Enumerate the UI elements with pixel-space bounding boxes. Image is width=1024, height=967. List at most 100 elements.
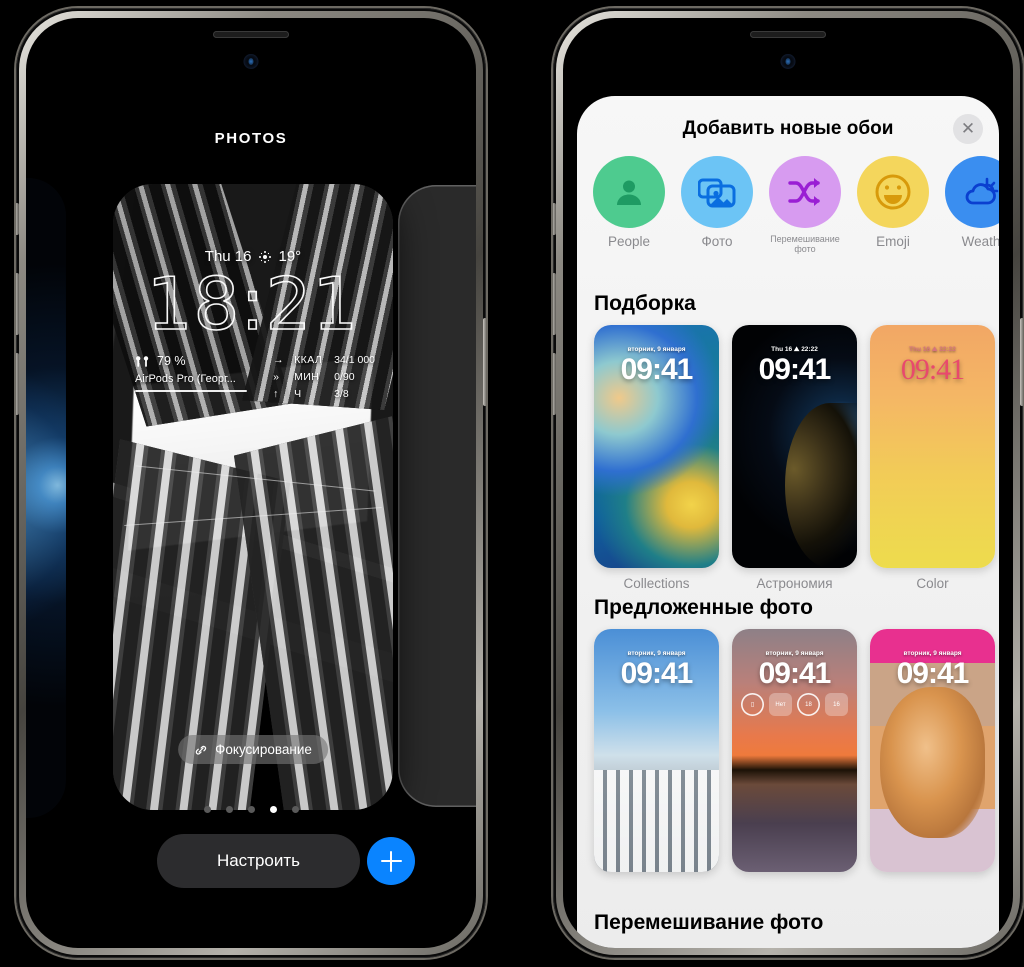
thumb-time: 09:41 xyxy=(758,657,832,690)
fitness-row: ↑ Ч 3/8 xyxy=(273,386,375,403)
section-shuffle-photos: Перемешивание фото xyxy=(577,911,999,944)
wallpaper-item[interactable]: вторник, 9 января 09:41 xyxy=(594,629,719,872)
focus-pill[interactable]: Фокусирование xyxy=(178,735,328,764)
thumb-time: 09:41 xyxy=(896,657,970,690)
wallpaper-preview[interactable]: вторник, 9 января 09:41 xyxy=(870,629,995,872)
fitness-row: » МИН 0/90 xyxy=(273,369,375,386)
carousel-next-card[interactable] xyxy=(398,185,476,807)
fitness-value: 0/90 xyxy=(334,371,355,383)
wallpaper-preview[interactable]: вторник, 9 января 09:41 ▯ Нет 18 16 xyxy=(732,629,857,872)
wallpaper-preview[interactable]: вторник, 9 января 09:41 xyxy=(594,629,719,872)
fitness-row: → ККАЛ 34/1 000 xyxy=(273,352,375,369)
page-dots[interactable] xyxy=(26,806,476,813)
carousel-prev-card[interactable] xyxy=(26,178,66,818)
page-dot[interactable] xyxy=(203,806,211,813)
earpiece-speaker xyxy=(750,31,826,38)
emoji-icon xyxy=(857,156,929,228)
category-photo[interactable]: Фото xyxy=(681,156,753,255)
section-title: Предложенные фото xyxy=(594,596,813,619)
wallpaper-preview[interactable]: вторник, 9 января 09:41 xyxy=(594,325,719,568)
wallpaper-label: Collections xyxy=(623,576,690,591)
category-label: Фото xyxy=(701,234,733,249)
power-button[interactable] xyxy=(483,318,486,406)
section-title: Подборка xyxy=(594,292,696,315)
category-label: Weath xyxy=(961,234,999,249)
volume-up-button[interactable] xyxy=(16,273,19,335)
wallpaper-item[interactable]: Thu 16 ⛰ 22:22 09:41 Color xyxy=(870,325,995,591)
wallpaper-item[interactable]: вторник, 9 января 09:41 ▯ Нет 18 16 xyxy=(732,629,857,872)
front-camera xyxy=(243,54,259,69)
photos-icon xyxy=(681,156,753,228)
airpods-icon xyxy=(136,355,149,367)
category-label: People xyxy=(607,234,651,249)
category-people[interactable]: People xyxy=(593,156,665,255)
section-podborka: Подборка вторник, 9 января 09:41 Collect… xyxy=(577,292,999,591)
chip-widget: 16 xyxy=(825,693,848,716)
wallpaper-preview[interactable]: Thu 16 ⛰ 22:22 09:41 xyxy=(732,325,857,568)
thumb-time: 09:41 xyxy=(900,353,965,386)
thumb-time: 09:41 xyxy=(620,353,694,386)
mute-switch[interactable] xyxy=(16,203,19,235)
battery-percent: 79 % xyxy=(157,354,186,368)
lock-clock[interactable]: 18:21 xyxy=(113,267,393,341)
thumb-date: вторник, 9 января xyxy=(627,650,686,657)
wallpaper-label: Астрономия xyxy=(756,576,833,591)
fitness-label: МИН xyxy=(294,371,320,383)
weather-icon xyxy=(945,156,999,228)
thumb-time: 09:41 xyxy=(758,353,832,386)
thumb-date: вторник, 9 января xyxy=(765,650,824,657)
lock-screen-preview-card[interactable]: Thu 16 19° 18:21 79 % AirPods Pro (Георг… xyxy=(113,184,393,810)
fitness-widget[interactable]: → ККАЛ 34/1 000 » МИН 0/90 ↑ Ч 3/8 xyxy=(273,352,375,403)
mute-switch[interactable] xyxy=(553,203,556,235)
section-suggested-photos: Предложенные фото вторник, 9 января 09:4… xyxy=(577,596,999,872)
category-emoji[interactable]: Emoji xyxy=(857,156,929,255)
page-dot[interactable] xyxy=(291,806,299,813)
volume-down-button[interactable] xyxy=(553,353,556,415)
close-icon[interactable]: ✕ xyxy=(953,114,983,144)
fitness-label: ККАЛ xyxy=(294,354,323,366)
category-shuffle[interactable]: Перемешивание фото xyxy=(769,156,841,255)
right-phone-frame: Добавить новые обои ✕ People Фото Переме… xyxy=(553,8,1023,958)
screenshot-stage: PHOTOS Thu 16 19° 18:21 79 % AirPods Pro… xyxy=(0,0,1024,967)
volume-up-button[interactable] xyxy=(553,273,556,335)
fitness-label: Ч xyxy=(294,388,302,400)
fitness-icon: → xyxy=(273,354,284,366)
customize-button[interactable]: Настроить xyxy=(157,834,360,888)
thumb-widget-chips: ▯ Нет 18 16 xyxy=(741,693,848,716)
wallpaper-preview[interactable]: Thu 16 ⛰ 22:22 09:41 xyxy=(870,325,995,568)
left-phone-frame: PHOTOS Thu 16 19° 18:21 79 % AirPods Pro… xyxy=(16,8,486,958)
lock-widgets: 79 % AirPods Pro (Георг... → ККАЛ 34/1 0… xyxy=(135,352,375,403)
chip-widget: Нет xyxy=(769,693,792,716)
page-dot[interactable] xyxy=(247,806,255,813)
page-dot[interactable] xyxy=(225,806,233,813)
wallpaper-item[interactable]: вторник, 9 января 09:41 Collections xyxy=(594,325,719,591)
sheet-title: Добавить новые обои xyxy=(682,118,894,139)
page-dot-active[interactable] xyxy=(269,806,277,813)
add-wallpaper-button[interactable] xyxy=(367,837,415,885)
front-camera xyxy=(780,54,796,69)
battery-bar xyxy=(135,390,247,393)
volume-down-button[interactable] xyxy=(16,353,19,415)
fitness-value: 3/8 xyxy=(334,388,349,400)
category-label: Emoji xyxy=(876,234,910,249)
wallpaper-label: Color xyxy=(916,576,949,591)
wallpaper-row[interactable]: вторник, 9 января 09:41 вторник, 9 январ… xyxy=(577,629,999,872)
wallpaper-item[interactable]: вторник, 9 января 09:41 xyxy=(870,629,995,872)
fitness-value: 34/1 000 xyxy=(334,354,375,366)
wallpaper-item[interactable]: Thu 16 ⛰ 22:22 09:41 Астрономия xyxy=(732,325,857,591)
battery-device-name: AirPods Pro (Георг... xyxy=(135,373,236,386)
left-phone-screen: PHOTOS Thu 16 19° 18:21 79 % AirPods Pro… xyxy=(26,18,476,948)
right-phone-screen: Добавить новые обои ✕ People Фото Переме… xyxy=(563,18,1013,948)
power-button[interactable] xyxy=(1020,318,1023,406)
category-row[interactable]: People Фото Перемешивание фото Emoji Wea… xyxy=(593,156,999,255)
section-title: Перемешивание фото xyxy=(594,911,824,934)
thumb-date: вторник, 9 января xyxy=(627,346,686,353)
category-weather[interactable]: Weath xyxy=(945,156,999,255)
add-wallpaper-sheet: Добавить новые обои ✕ People Фото Переме… xyxy=(577,96,999,948)
earpiece-speaker xyxy=(213,31,289,38)
category-label: Перемешивание фото xyxy=(770,234,840,255)
wallpaper-row[interactable]: вторник, 9 января 09:41 Collections Thu … xyxy=(577,325,999,591)
battery-widget[interactable]: 79 % AirPods Pro (Георг... xyxy=(135,352,247,403)
link-icon xyxy=(195,745,207,755)
fitness-icon: ↑ xyxy=(273,388,279,400)
